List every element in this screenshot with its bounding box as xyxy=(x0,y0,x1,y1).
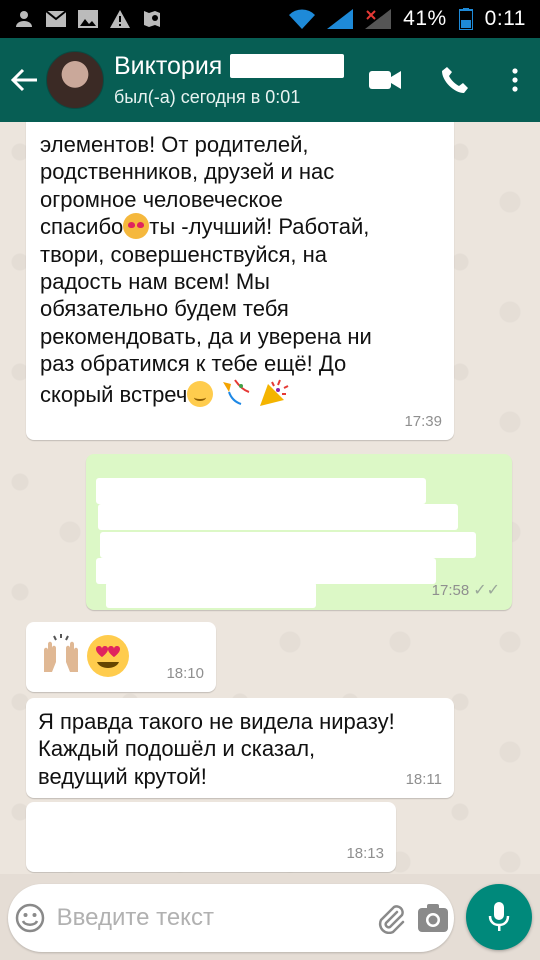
signal-icon xyxy=(327,9,354,29)
confetti-ball-emoji-icon xyxy=(223,379,250,405)
avatar[interactable] xyxy=(46,51,104,109)
redacted-text xyxy=(96,478,426,504)
camera-icon xyxy=(418,904,449,932)
emoji-button[interactable] xyxy=(8,884,53,952)
message-bubble-outgoing[interactable]: 17:58 ✓✓ xyxy=(86,454,512,610)
chat-header: Виктория был(-а) сегодня в 0:01 xyxy=(0,38,540,122)
phone-icon xyxy=(442,67,468,93)
message-line: Я правда такого не видела ниразу! xyxy=(38,709,395,734)
battery-percent: 41% xyxy=(403,7,447,30)
person-icon xyxy=(14,10,34,28)
message-bubble-incoming[interactable]: 18:10 xyxy=(26,622,216,692)
message-line: элементов! От родителей, xyxy=(40,132,309,157)
paperclip-icon xyxy=(379,905,405,934)
more-vertical-icon xyxy=(512,68,518,92)
redacted-text xyxy=(106,582,316,608)
warning-icon xyxy=(110,10,130,28)
signal-no-sim-icon xyxy=(365,9,392,29)
message-line: радость нам всем! Мы xyxy=(40,269,270,295)
message-time: 17:58 ✓✓ xyxy=(431,582,500,599)
attach-button[interactable] xyxy=(371,884,413,952)
microphone-icon xyxy=(488,902,510,931)
message-line: скорый встреч xyxy=(40,378,440,408)
system-indicators: 41% 0:11 xyxy=(289,7,526,31)
back-arrow-icon xyxy=(11,68,37,92)
message-line: рекомендовать, да и уверена ни xyxy=(40,323,372,349)
voice-record-button[interactable] xyxy=(466,884,532,950)
message-time: 18:10 xyxy=(166,665,204,682)
status-bar: 41% 0:11 xyxy=(0,0,540,38)
message-text: Я правда такого не видела ниразу! Каждый… xyxy=(38,708,440,790)
party-popper-emoji-icon xyxy=(259,379,288,406)
map-icon xyxy=(142,10,162,28)
message-line: твори, совершенствуйся, на xyxy=(40,241,328,267)
double-check-icon: ✓✓ xyxy=(473,582,500,599)
redacted-text xyxy=(100,532,476,558)
message-line: обязательно будем тебя xyxy=(40,296,289,322)
contact-name: Виктория xyxy=(114,52,223,80)
camera-button[interactable] xyxy=(412,884,454,952)
smiling-emoji-icon xyxy=(187,380,214,407)
message-line: Каждый подошёл и сказал, xyxy=(38,736,316,762)
more-options-button[interactable] xyxy=(490,38,540,122)
heart-eyes-emoji-icon xyxy=(87,635,129,677)
clock: 0:11 xyxy=(484,7,526,30)
video-camera-icon xyxy=(369,71,401,89)
battery-icon xyxy=(458,8,473,30)
message-line: огромное человеческое xyxy=(40,186,283,212)
message-line: раз обратимся к тебе ещё! До xyxy=(40,351,347,377)
message-composer xyxy=(8,884,454,952)
raised-hands-emoji-icon xyxy=(44,634,78,672)
redacted-surname xyxy=(230,54,344,78)
message-bubble-incoming[interactable]: 18:13 xyxy=(26,802,396,872)
redacted-text xyxy=(96,558,436,584)
message-input[interactable] xyxy=(52,898,371,938)
message-line: спасибо ты -лучший! Работай, xyxy=(40,213,370,240)
message-text: элементов! От родителей, родственников, … xyxy=(40,126,440,408)
image-icon xyxy=(78,10,98,28)
message-bubble-incoming[interactable]: элементов! От родителей, родственников, … xyxy=(26,122,454,440)
message-line: ведущий крутой! xyxy=(38,763,207,789)
back-button[interactable] xyxy=(4,38,44,122)
contact-info[interactable]: Виктория был(-а) сегодня в 0:01 xyxy=(114,51,344,109)
redacted-text xyxy=(98,504,458,530)
voice-call-button[interactable] xyxy=(420,38,490,122)
smiley-icon xyxy=(16,903,45,933)
message-line: родственников, друзей и нас xyxy=(40,159,335,185)
message-time: 18:13 xyxy=(346,845,384,862)
message-time: 17:39 xyxy=(404,413,442,430)
mail-icon xyxy=(46,10,66,28)
message-time: 18:11 xyxy=(405,771,442,788)
heart-eyes-cat-emoji-icon xyxy=(123,213,150,240)
message-list[interactable]: элементов! От родителей, родственников, … xyxy=(0,122,540,874)
wifi-icon xyxy=(289,9,316,29)
message-bubble-incoming[interactable]: Я правда такого не видела ниразу! Каждый… xyxy=(26,698,454,798)
notification-icons xyxy=(14,10,162,28)
last-seen-status: был(-а) сегодня в 0:01 xyxy=(114,87,301,107)
video-call-button[interactable] xyxy=(350,38,420,122)
